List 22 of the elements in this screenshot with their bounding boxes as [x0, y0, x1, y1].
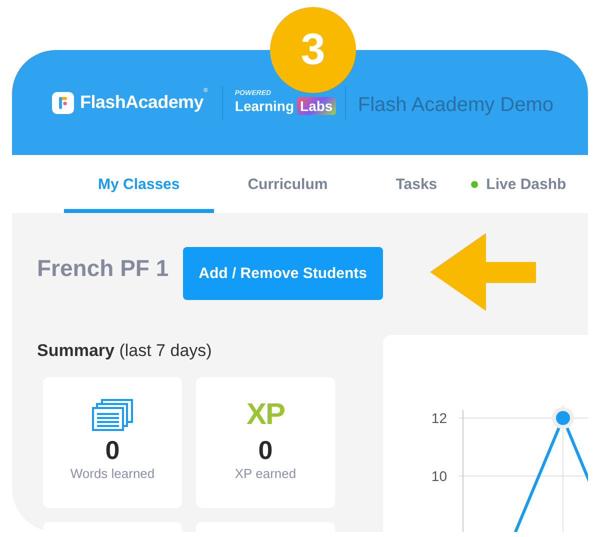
partner-logo-text: Learning — [234, 98, 294, 114]
logo-icon — [52, 92, 74, 114]
nav-tab[interactable]: Live Dashb — [471, 155, 566, 213]
stat-label: Words learned — [70, 466, 155, 481]
logo-text: FlashAcademy — [80, 92, 204, 113]
arrow-icon — [430, 233, 536, 311]
y-tick-label: 12 — [431, 410, 447, 426]
nav-tab[interactable]: Tasks — [362, 155, 472, 213]
add-remove-students-button[interactable]: Add / Remove Students — [182, 247, 383, 300]
stat-value: 0 — [258, 435, 273, 466]
cards-icon — [92, 399, 134, 431]
stat-label: XP earned — [234, 466, 296, 481]
class-title: French PF 1 — [37, 255, 169, 282]
nav-tab[interactable]: My Classes — [64, 155, 214, 213]
summary-heading: Summary (last 7 days) — [37, 341, 213, 361]
stat-value: 0 — [105, 435, 120, 466]
nav-tab[interactable]: Curriculum — [214, 155, 362, 213]
school-name: Flash Academy Demo — [358, 94, 554, 117]
step-badge: 3 — [270, 7, 356, 93]
y-tick-label: 10 — [431, 468, 447, 484]
xp-icon: XP — [246, 399, 285, 431]
partner-logo-tag: Labs — [297, 97, 336, 115]
